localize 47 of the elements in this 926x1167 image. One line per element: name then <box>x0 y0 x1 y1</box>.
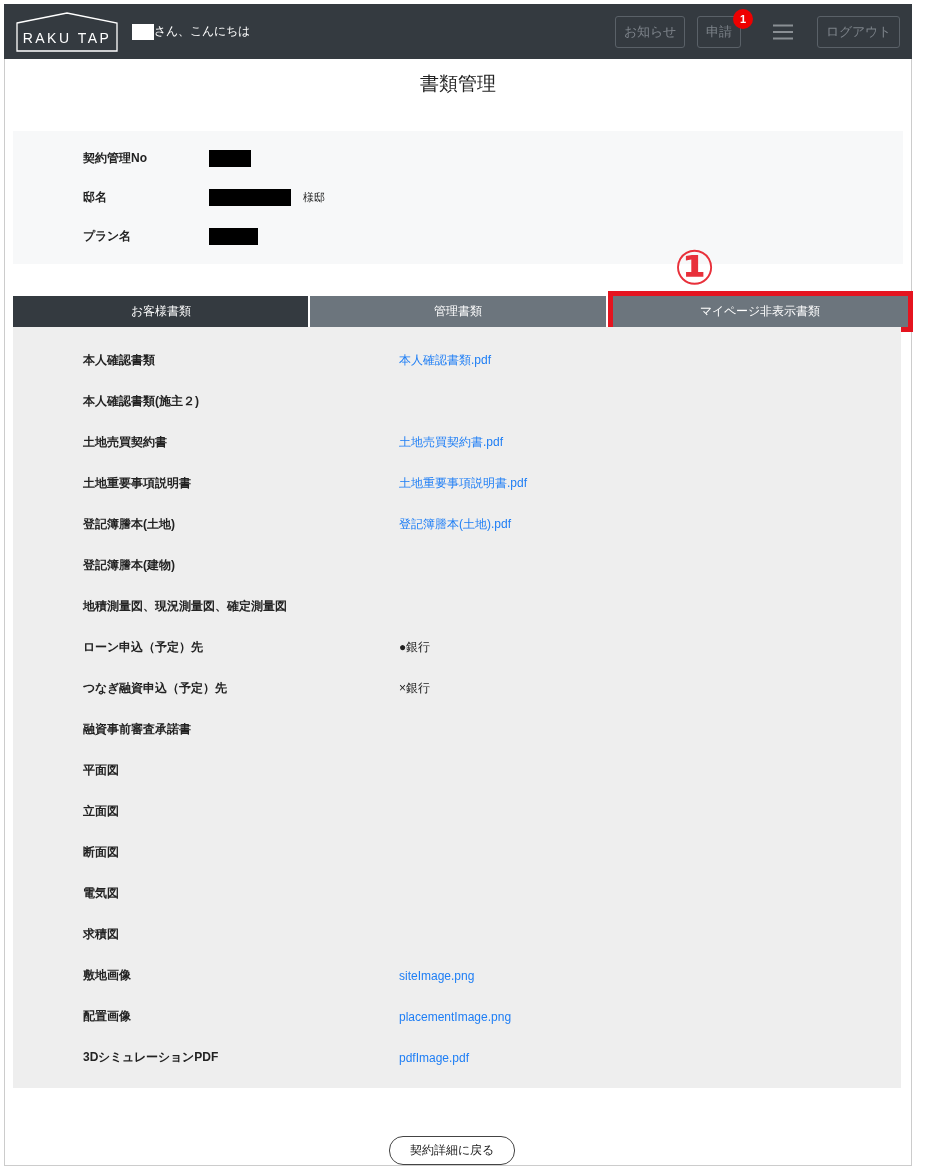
document-label: 登記簿謄本(土地) <box>83 516 176 533</box>
document-label: 本人確認書類 <box>83 352 156 369</box>
document-label: 配置画像 <box>83 1008 132 1025</box>
file-link[interactable]: 土地売買契約書.pdf <box>399 434 503 451</box>
document-label: 平面図 <box>83 762 120 779</box>
info-label: 契約管理No <box>83 150 148 168</box>
document-label: 電気図 <box>83 885 120 902</box>
document-value: ×銀行 <box>399 680 430 697</box>
document-label: 敷地画像 <box>83 967 132 984</box>
document-label: 本人確認書類(施主２) <box>83 393 200 410</box>
page-title: 書類管理 <box>419 72 497 97</box>
document-value: ●銀行 <box>399 639 431 656</box>
redaction-block <box>209 228 258 246</box>
document-label: 登記簿謄本(建物) <box>83 557 176 574</box>
document-label: 地積測量図、現況測量図、確定測量図 <box>83 598 288 615</box>
document-label: 3DシミュレーションPDF <box>83 1049 220 1066</box>
document-label: 融資事前審査承諾書 <box>83 721 192 738</box>
redaction-block <box>209 150 251 168</box>
back-button[interactable]: 契約詳細に戻る <box>389 1136 515 1165</box>
annotation-number: ① <box>674 248 715 296</box>
document-label: 立面図 <box>83 803 120 820</box>
info-suffix: 様邸 <box>303 190 325 206</box>
document-label: 土地重要事項説明書 <box>83 475 192 492</box>
redaction-block <box>132 23 154 40</box>
tab[interactable]: マイページ非表示書類 <box>612 296 908 327</box>
info-label: プラン名 <box>83 228 132 246</box>
header-button[interactable]: お知らせ <box>615 15 685 48</box>
tab[interactable]: お客様書類 <box>13 296 309 327</box>
document-label: 求積図 <box>83 926 120 943</box>
notification-badge: 1 <box>733 8 753 29</box>
document-label: つなぎ融資申込（予定）先 <box>83 680 228 697</box>
document-label: ローン申込（予定）先 <box>83 639 204 656</box>
logout-button[interactable]: ログアウト <box>817 15 900 48</box>
file-link[interactable]: placementImage.png <box>399 1009 512 1024</box>
greeting-text: さん、こんにちは <box>154 23 250 41</box>
document-label: 断面図 <box>83 844 120 861</box>
file-link[interactable]: pdfImage.pdf <box>399 1050 470 1065</box>
file-link[interactable]: 本人確認書類.pdf <box>399 352 491 369</box>
file-link[interactable]: 土地重要事項説明書.pdf <box>399 475 527 492</box>
logo[interactable]: RAKU TAP <box>16 11 118 52</box>
file-link[interactable]: siteImage.png <box>399 968 475 983</box>
menu-icon[interactable] <box>773 23 793 40</box>
tab[interactable]: 管理書類 <box>310 296 606 327</box>
document-label: 土地売買契約書 <box>83 434 168 451</box>
info-label: 邸名 <box>83 189 108 207</box>
file-link[interactable]: 登記簿謄本(土地).pdf <box>399 516 511 533</box>
logo-text: RAKU TAP <box>22 29 112 46</box>
